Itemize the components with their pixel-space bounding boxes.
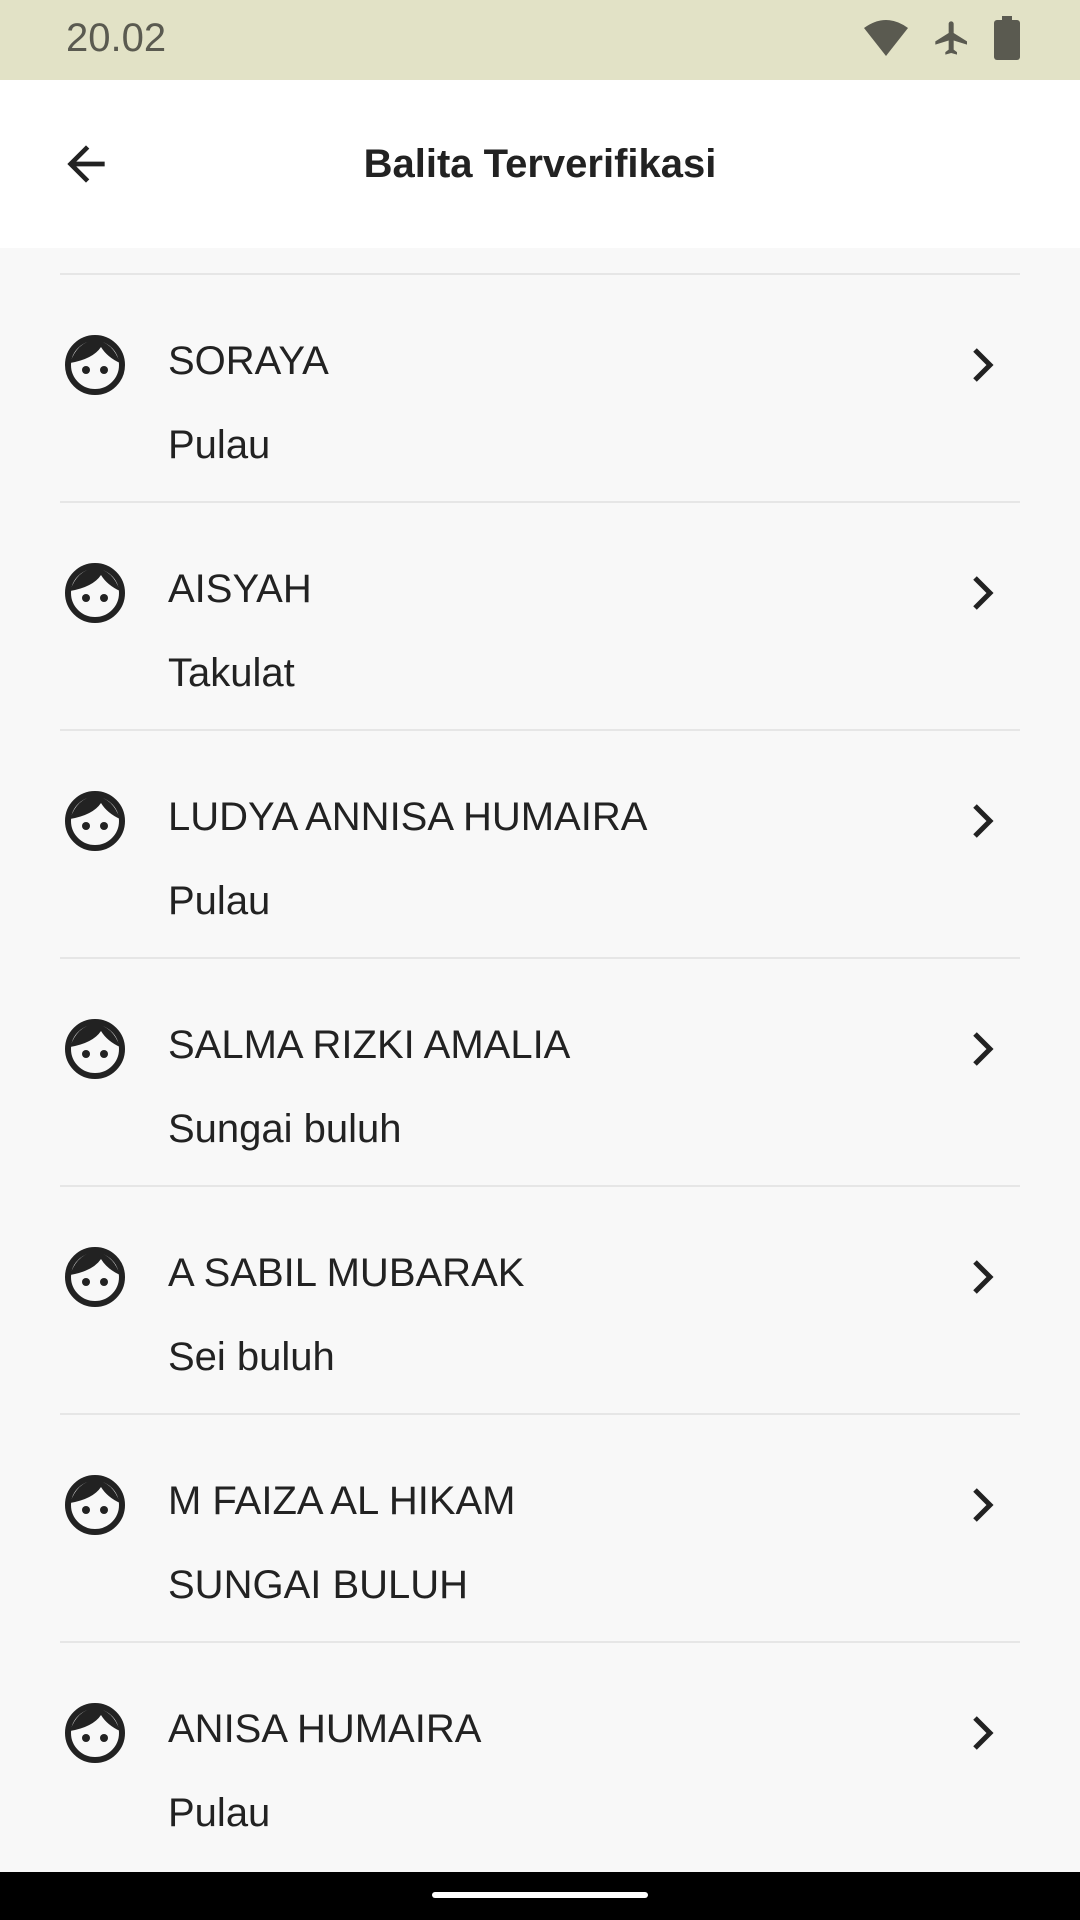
wifi-icon [862,18,910,63]
item-name: LUDYA ANNISA HUMAIRA [168,795,648,839]
back-button[interactable] [46,124,126,204]
chevron-right-icon [973,804,994,838]
list-item[interactable]: ANISA HUMAIRA Pulau [0,1643,1080,1871]
chevron-right-icon [973,576,994,610]
status-time: 20.02 [66,16,167,60]
face-icon [65,1019,125,1079]
item-location: Sei buluh [168,1335,335,1379]
item-location: Pulau [168,423,271,467]
verified-toddler-list[interactable]: SORAYA Pulau AISYAH Takulat LUDYA ANNISA… [0,248,1080,1872]
item-name: ANISA HUMAIRA [168,1707,482,1751]
battery-icon [994,15,1020,65]
chevron-right-icon [973,1716,994,1750]
item-location: Sungai buluh [168,1107,402,1151]
item-name: M FAIZA AL HIKAM [168,1479,516,1523]
airplane-mode-icon [932,16,972,65]
list-item[interactable]: LUDYA ANNISA HUMAIRA Pulau [0,731,1080,959]
item-location: Pulau [168,879,271,923]
status-icons [840,14,1020,66]
status-bar: 20.02 [0,0,1080,80]
list-item[interactable]: SALMA RIZKI AMALIA Sungai buluh [0,959,1080,1187]
item-location: Pulau [168,1791,271,1835]
app-bar: Balita Terverifikasi [0,80,1080,248]
item-name: SORAYA [168,339,329,383]
item-name: A SABIL MUBARAK [168,1251,525,1295]
item-location: Takulat [168,651,295,695]
face-icon [65,791,125,851]
item-name: SALMA RIZKI AMALIA [168,1023,571,1067]
chevron-right-icon [973,1488,994,1522]
chevron-right-icon [973,348,994,382]
item-location: SUNGAI BULUH [168,1563,469,1607]
item-name: AISYAH [168,567,312,611]
face-icon [65,1475,125,1535]
list-item[interactable]: SORAYA Pulau [0,275,1080,503]
face-icon [65,1247,125,1307]
list-item[interactable]: A SABIL MUBARAK Sei buluh [0,1187,1080,1415]
face-icon [65,335,125,395]
system-navigation-bar [0,1872,1080,1920]
list-item[interactable]: M FAIZA AL HIKAM SUNGAI BULUH [0,1415,1080,1643]
list-item[interactable]: AISYAH Takulat [0,503,1080,731]
page-title: Balita Terverifikasi [363,142,717,186]
arrow-back-icon [67,145,105,183]
face-icon [65,1703,125,1763]
face-icon [65,563,125,623]
home-indicator[interactable] [432,1892,648,1898]
chevron-right-icon [973,1260,994,1294]
chevron-right-icon [973,1032,994,1066]
